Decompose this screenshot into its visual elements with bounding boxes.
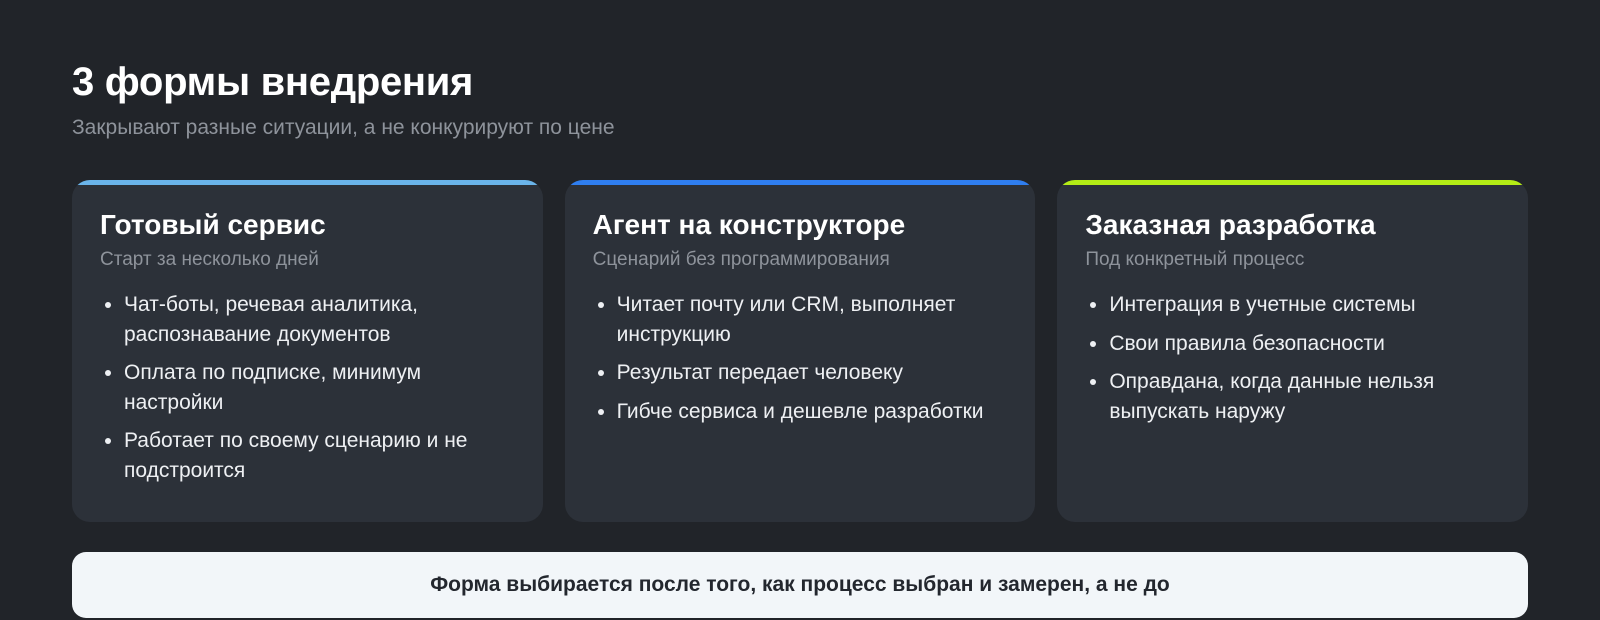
cards-row: Готовый сервис Старт за несколько дней Ч… [72,180,1529,522]
list-item: Работает по своему сценарию и не подстро… [124,426,515,485]
card-builder-agent: Агент на конструкторе Сценарий без прогр… [564,180,1036,522]
card-list: Чат-боты, речевая аналитика, распознаван… [100,290,515,485]
page-title: 3 формы внедрения [72,60,474,104]
card-title: Агент на конструкторе [592,209,906,240]
card-subtitle: Старт за несколько дней [100,249,319,270]
card-custom-development: Заказная разработка Под конкретный проце… [1057,180,1529,522]
page-subtitle: Закрывают разные ситуации, а не конкурир… [72,116,615,139]
slide: 3 формы внедрения Закрывают разные ситуа… [0,0,1600,620]
card-subtitle: Сценарий без программирования [592,249,890,270]
card-ready-service: Готовый сервис Старт за несколько дней Ч… [72,180,543,522]
list-item: Интеграция в учетные системы [1109,290,1500,320]
card-list: Интеграция в учетные системы Свои правил… [1085,290,1500,426]
list-item: Свои правила безопасности [1109,329,1500,359]
footer-note-text: Форма выбирается после того, как процесс… [430,573,1170,596]
list-item: Чат-боты, речевая аналитика, распознаван… [124,290,515,349]
list-item: Гибче сервиса и дешевле разработки [617,397,1008,427]
card-title: Готовый сервис [100,209,326,240]
list-item: Оправдана, когда данные нельзя выпускать… [1109,367,1500,426]
card-subtitle: Под конкретный процесс [1085,249,1305,270]
card-list: Читает почту или CRM, выполняет инструкц… [593,290,1008,426]
list-item: Оплата по подписке, минимум настройки [124,358,515,417]
card-title: Заказная разработка [1085,209,1376,240]
list-item: Читает почту или CRM, выполняет инструкц… [617,290,1008,349]
footer-note: Форма выбирается после того, как процесс… [72,552,1528,618]
list-item: Результат передает человеку [617,358,1008,388]
